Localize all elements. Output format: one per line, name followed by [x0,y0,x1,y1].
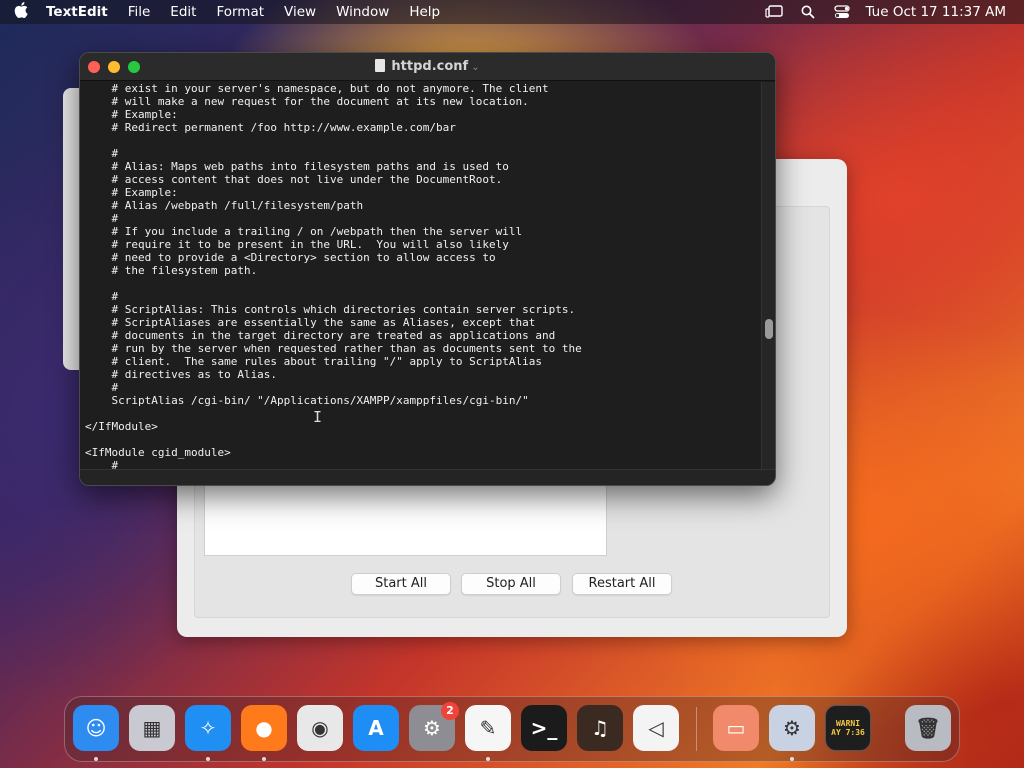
dock-separator [696,707,697,751]
code-line: # exist in your server's namespace, but … [85,82,549,95]
menu-window[interactable]: Window [326,0,399,24]
code-line: # Redirect permanent /foo http://www.exa… [85,121,456,134]
code-line: # need to provide a <Directory> section … [85,251,496,264]
vertical-scrollbar[interactable] [761,82,775,472]
document-text-area[interactable]: # exist in your server's namespace, but … [85,82,765,470]
code-line: # ScriptAliases are essentially the same… [85,316,536,329]
dock-finder-icon[interactable]: ☺ [73,705,119,751]
dock-firefox-icon[interactable]: ● [241,705,287,751]
code-line: # will make a new request for the docume… [85,95,529,108]
dock-textedit-icon[interactable]: ✎ [465,705,511,751]
window-title[interactable]: httpd.conf ⌄ [80,53,775,81]
menu-format[interactable]: Format [206,0,274,24]
title-bar[interactable]: httpd.conf ⌄ [80,53,775,81]
textedit-window[interactable]: httpd.conf ⌄ # exist in your server's nam… [79,52,776,486]
chevron-down-icon[interactable]: ⌄ [471,62,479,73]
running-indicator [486,757,490,761]
vertical-scroll-thumb[interactable] [765,319,773,339]
stop-all-button[interactable]: Stop All [461,573,561,595]
document-icon [375,59,386,72]
menu-edit[interactable]: Edit [160,0,206,24]
code-line: # [85,147,119,160]
dock-xampp-manager-icon[interactable]: ⚙ [769,705,815,751]
dock-vscode-icon[interactable]: ◁ [633,705,679,751]
dock-garageband-icon[interactable]: ♫ [577,705,623,751]
code-line: # Alias /webpath /full/filesystem/path [85,199,364,212]
code-line: # [85,381,119,394]
code-line: # [85,290,119,303]
menu-view[interactable]: View [274,0,326,24]
dock-launchpad-icon[interactable]: ▦ [129,705,175,751]
menu-bar: TextEdit File Edit Format View Window He… [0,0,1024,24]
code-line: # the filesystem path. [85,264,258,277]
control-center-icon[interactable] [825,0,859,24]
notification-badge: 2 [441,702,459,720]
start-all-button[interactable]: Start All [351,573,451,595]
dock-chrome-icon[interactable]: ◉ [297,705,343,751]
code-line: # ScriptAlias: This controls which direc… [85,303,576,316]
horizontal-scrollbar[interactable] [80,469,775,485]
status-area: Tue Oct 17 11:37 AM [757,0,1024,24]
code-line: # client. The same rules about trailing … [85,355,542,368]
running-indicator [790,757,794,761]
text-cursor-ibeam-icon: I [313,408,323,426]
spotlight-search-icon[interactable] [791,0,825,24]
menu-help[interactable]: Help [399,0,450,24]
dock-console-icon[interactable]: WARNI AY 7:36 [825,705,871,751]
running-indicator [262,757,266,761]
code-line: # Example: [85,186,178,199]
code-line: # Example: [85,108,178,121]
dock-system-settings-icon[interactable]: ⚙ 2 [409,702,459,751]
code-line: # directives as to Alias. [85,368,278,381]
running-indicator [94,757,98,761]
dock: ☺ ▦ ✧ ● ◉ A ⚙ 2 ✎ >_ ♫ ◁ ▭ ⚙ WARNI AY 7:36 🗑 [64,696,960,762]
dock-terminal-icon[interactable]: >_ [521,705,567,751]
code-line: </IfModule> [85,420,158,433]
console-text-line: WARNI [835,719,861,728]
code-line: # require it to be present in the URL. Y… [85,238,509,251]
menu-app-name[interactable]: TextEdit [42,0,118,24]
menu-file[interactable]: File [118,0,161,24]
dock-xampp-icon[interactable]: ▭ [713,705,759,751]
code-line: # run by the server when requested rathe… [85,342,582,355]
code-line: # If you include a trailing / on /webpat… [85,225,523,238]
apple-menu-icon[interactable] [0,2,42,22]
window-title-text: httpd.conf [391,59,469,74]
code-line: # documents in the target directory are … [85,329,556,342]
code-line: # [85,212,119,225]
menu-clock[interactable]: Tue Oct 17 11:37 AM [859,4,1024,20]
dock-trash-icon[interactable]: 🗑 [905,705,951,751]
dock-app-store-icon[interactable]: A [353,705,399,751]
running-indicator [206,757,210,761]
code-line: ScriptAlias /cgi-bin/ "/Applications/XAM… [85,394,529,407]
code-line: # access content that does not live unde… [85,173,503,186]
code-line: # Alias: Maps web paths into filesystem … [85,160,509,173]
code-line: <IfModule cgid_module> [85,446,231,459]
dock-safari-icon[interactable]: ✧ [185,705,231,751]
console-text-line: AY 7:36 [831,728,865,737]
restart-all-button[interactable]: Restart All [572,573,672,595]
stage-manager-icon[interactable] [757,0,791,24]
